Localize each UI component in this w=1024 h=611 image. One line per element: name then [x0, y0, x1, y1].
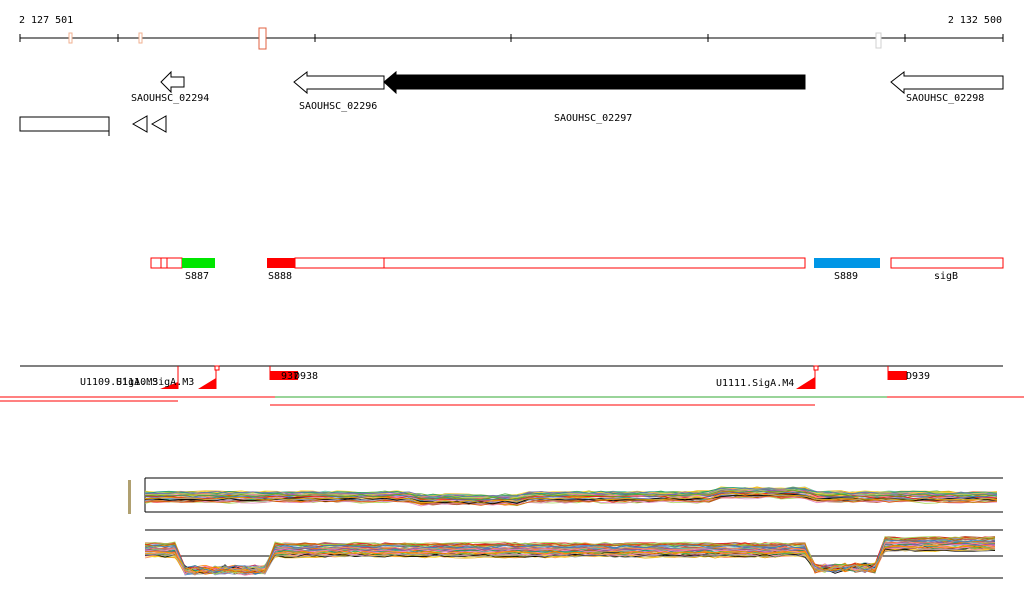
gene-label-SAOUHSC_02297: SAOUHSC_02297	[554, 113, 632, 124]
segment-label-S887: S887	[185, 271, 209, 282]
feature-box-D939[interactable]	[888, 371, 907, 380]
segment-outline	[160, 257, 168, 269]
gene-track: SAOUHSC_02294 SAOUHSC_02296 SAOUHSC_0229…	[19, 70, 1004, 136]
small-arrow-marker[interactable]	[131, 115, 148, 133]
small-arrow-marker[interactable]	[150, 115, 167, 133]
segment-outline	[294, 257, 385, 269]
transcription-unit-track: U1109.SigA.M3 U1110.SigA.M3 937 D938 U11…	[0, 365, 1024, 406]
gene-arrow-SAOUHSC_02297[interactable]	[383, 70, 806, 95]
segment-track: S887 S888 S889 sigB	[150, 257, 1004, 282]
genome-browser-view: 2 127 501 2 132 500 SAOUHSC_02294 SAOUHS…	[0, 0, 1024, 611]
genome-track-canvas: 2 127 501 2 132 500 SAOUHSC_02294 SAOUHS…	[0, 15, 1024, 579]
terminator-U1110	[198, 378, 216, 389]
ruler-marker	[68, 32, 73, 44]
ruler-marker	[138, 32, 143, 44]
gene-label-SAOUHSC_02296: SAOUHSC_02296	[299, 101, 377, 112]
segment-S888[interactable]	[267, 258, 295, 268]
segment-outline	[150, 257, 162, 269]
terminator-U1111	[796, 377, 815, 389]
tu-start-marker	[214, 365, 220, 371]
ruler-end-label: 2 132 500	[948, 15, 1002, 26]
coordinate-ruler: 2 127 501 2 132 500	[19, 15, 1004, 50]
segment-S887[interactable]	[182, 258, 215, 268]
tu-label-U1110: U1110.SigA.M3	[116, 377, 194, 388]
segment-label-S889: S889	[834, 271, 858, 282]
segment-label-sigB: sigB	[934, 271, 958, 282]
gene-arrow-SAOUHSC_02294[interactable]	[160, 70, 185, 94]
gene-box-unlabeled[interactable]	[19, 116, 110, 132]
ruler-start-label: 2 127 501	[19, 15, 73, 26]
segment-S889[interactable]	[814, 258, 880, 268]
tu-start-marker	[813, 365, 819, 371]
feature-label-D938: D938	[294, 371, 318, 382]
gene-arrow-SAOUHSC_02296[interactable]	[293, 70, 385, 95]
feature-label-D939: D939	[906, 371, 930, 382]
gene-label-SAOUHSC_02294: SAOUHSC_02294	[131, 93, 209, 104]
segment-outline	[383, 257, 806, 269]
segment-sigB[interactable]	[890, 257, 1004, 269]
segment-label-S888: S888	[268, 271, 292, 282]
expression-track-bottom	[144, 529, 1003, 579]
segment-outline	[166, 257, 183, 269]
gene-arrow-SAOUHSC_02298[interactable]	[890, 70, 1004, 95]
ruler-marker	[875, 32, 882, 49]
tu-label-U1111: U1111.SigA.M4	[716, 378, 794, 389]
ruler-marker	[258, 27, 267, 50]
expression-track-top	[128, 477, 1003, 514]
expression-scale-bar	[128, 480, 131, 514]
gene-label-SAOUHSC_02298: SAOUHSC_02298	[906, 93, 984, 104]
